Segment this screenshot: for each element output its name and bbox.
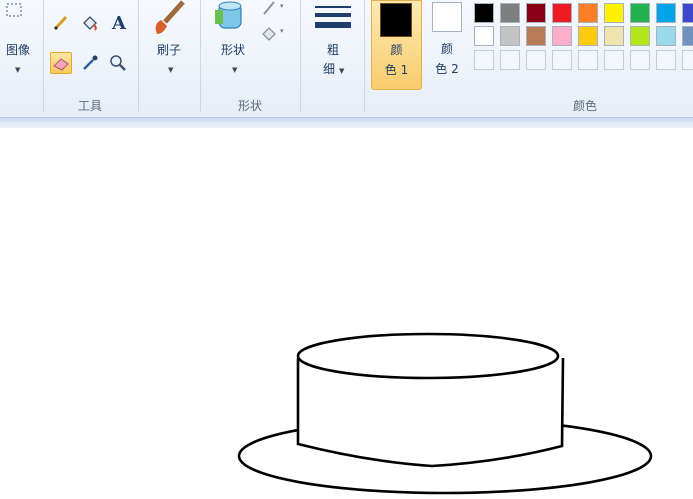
group-separator: [364, 0, 365, 112]
fill-tool[interactable]: [79, 12, 101, 34]
group-separator: [200, 0, 201, 112]
palette-color[interactable]: [604, 26, 624, 46]
svg-text:▾: ▾: [280, 2, 284, 10]
hat-crown-top: [296, 332, 560, 380]
group-separator: [138, 0, 139, 112]
color-picker-tool[interactable]: [79, 52, 101, 74]
magnifier-tool[interactable]: [107, 52, 129, 74]
hat-drawing: [237, 332, 653, 495]
palette-color[interactable]: [474, 3, 494, 23]
color1-label-line2: 色 1: [384, 63, 409, 77]
colors-group-label: 颜色: [572, 99, 597, 113]
color2-label-line2: 色 2: [435, 62, 459, 76]
svg-text:▾: ▾: [280, 27, 284, 35]
palette-color[interactable]: [630, 26, 650, 46]
outline-icon: ▾: [263, 1, 284, 15]
select-icon: [6, 3, 22, 17]
ribbon-bottom-edge: [0, 117, 693, 128]
palette-color[interactable]: [500, 3, 520, 23]
brush-label: 刷子: [156, 43, 181, 57]
drawing-canvas[interactable]: [0, 128, 693, 495]
shapes-icon: [215, 1, 242, 29]
palette-color[interactable]: [682, 26, 693, 46]
eraser-tool[interactable]: [50, 52, 72, 74]
brush-dropdown-arrow: ▼: [168, 66, 174, 74]
shape-fill-icon: ▾: [262, 27, 284, 41]
palette-color[interactable]: [500, 26, 520, 46]
palette-color[interactable]: [630, 3, 650, 23]
color1-label-line1: 颜: [390, 43, 403, 57]
palette-color[interactable]: [552, 26, 572, 46]
size-dropdown-arrow: ▼: [339, 67, 345, 75]
palette-color[interactable]: [604, 3, 624, 23]
palette-custom-slot[interactable]: [552, 50, 572, 70]
image-label[interactable]: 图像: [3, 43, 33, 58]
group-separator: [43, 0, 44, 112]
tools-group-label: 工具: [77, 99, 102, 113]
image-dropdown-arrow[interactable]: ▼: [15, 66, 20, 74]
palette-custom-slot[interactable]: [526, 50, 546, 70]
palette-color[interactable]: [578, 26, 598, 46]
shapes-label: 形状: [220, 43, 245, 57]
palette-color[interactable]: [526, 3, 546, 23]
palette-color[interactable]: [526, 26, 546, 46]
palette-color[interactable]: [656, 26, 676, 46]
palette-custom-slot[interactable]: [500, 50, 520, 70]
size-label-line2: 细: [322, 62, 335, 76]
pencil-tool[interactable]: [50, 12, 72, 34]
palette-custom-slot[interactable]: [656, 50, 676, 70]
palette-color[interactable]: [578, 3, 598, 23]
text-icon: A: [112, 13, 126, 34]
line-size-icon: [315, 6, 351, 28]
brush-button[interactable]: 刷子 ▼: [146, 0, 192, 84]
palette-color[interactable]: [656, 3, 676, 23]
eraser-icon: [53, 58, 69, 71]
color1-swatch: [380, 3, 412, 37]
palette-custom-slot[interactable]: [604, 50, 624, 70]
color-picker-icon: [83, 55, 98, 70]
pencil-icon: [53, 15, 68, 31]
color2-button[interactable]: 颜 色 2: [427, 0, 467, 90]
brush-icon: [155, 0, 185, 34]
size-label-line1: 粗: [326, 43, 339, 57]
shape-fill-button[interactable]: ▾: [260, 24, 292, 44]
color1-button[interactable]: 颜 色 1: [371, 0, 422, 90]
palette-custom-slot[interactable]: [578, 50, 598, 70]
select-button[interactable]: [4, 2, 32, 24]
shapes-dropdown-arrow: ▼: [232, 66, 238, 74]
text-tool[interactable]: A: [107, 12, 129, 34]
palette-custom-slot[interactable]: [682, 50, 693, 70]
outline-button[interactable]: ▾: [260, 0, 292, 20]
shapes-button[interactable]: 形状 ▼: [210, 0, 256, 84]
palette-custom-slot[interactable]: [474, 50, 494, 70]
group-separator: [300, 0, 301, 112]
palette-color[interactable]: [474, 26, 494, 46]
magnifier-icon: [110, 55, 126, 71]
color2-label-line1: 颜: [440, 42, 453, 56]
fill-bucket-icon: [83, 16, 97, 31]
shapes-group-label: 形状: [237, 99, 262, 113]
ribbon: 图像 ▼ A 工具 刷子 ▼ 形状 ▼ ▾ ▾ 形状 粗 细 ▼ 颜 色 1 颜…: [0, 0, 693, 117]
color2-swatch: [432, 2, 462, 32]
size-button[interactable]: 粗 细 ▼: [309, 0, 357, 84]
palette-color[interactable]: [552, 3, 572, 23]
palette-custom-slot[interactable]: [630, 50, 650, 70]
palette-color[interactable]: [682, 3, 693, 23]
